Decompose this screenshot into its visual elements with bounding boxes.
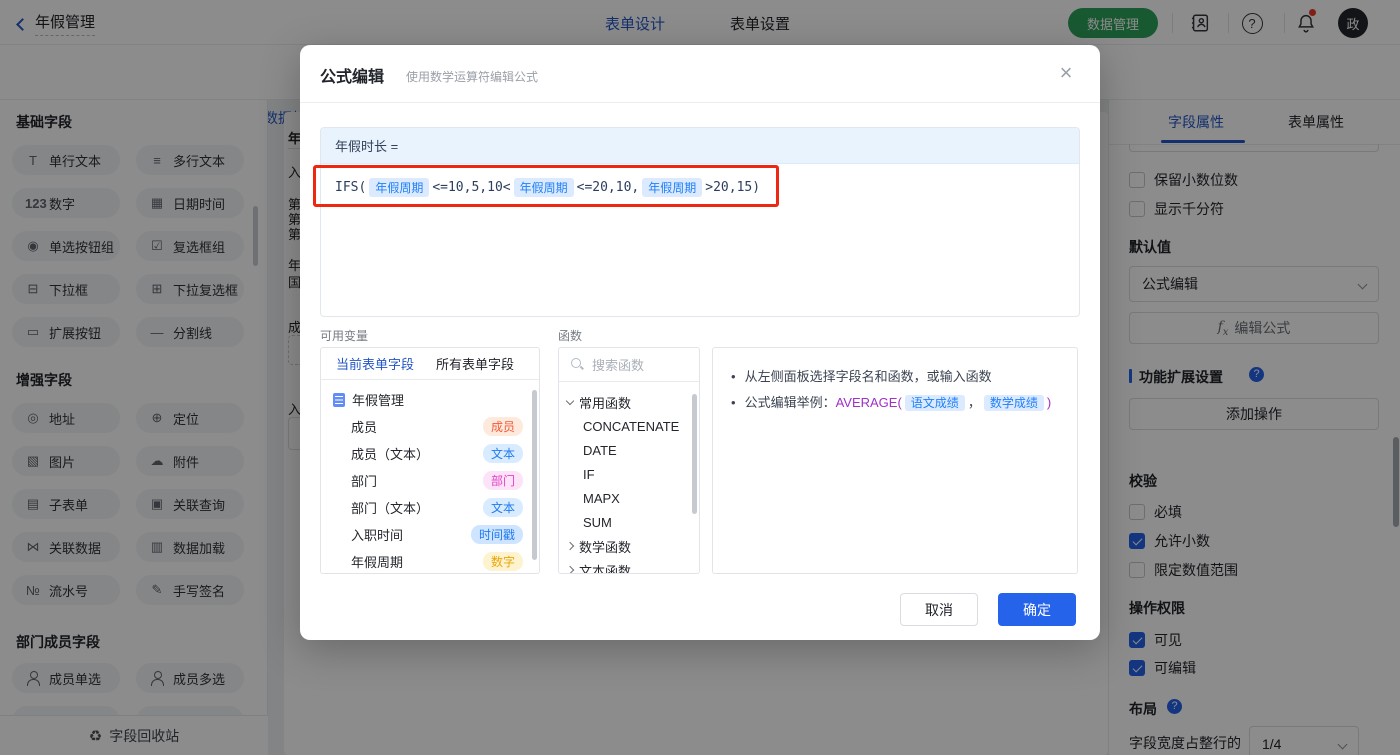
function-group-common[interactable]: 常用函数 [559, 390, 699, 414]
function-search-input[interactable]: 搜索函数 [559, 348, 699, 382]
field-chip: 年假周期 [513, 178, 574, 197]
search-icon [571, 358, 584, 371]
field-type-tag: 时间戳 [470, 525, 523, 544]
cancel-button[interactable]: 取消 [900, 593, 978, 626]
variable-row[interactable]: 成员（文本） 文本 [321, 440, 539, 467]
tips-panel: • 从左侧面板选择字段名和函数，或输入函数 • 公式编辑举例：AVERAGE(语文成… [712, 347, 1078, 574]
function-group-math[interactable]: 数学函数 [559, 534, 699, 558]
variables-panel: 当前表单字段 所有表单字段 年假管理 成员 成员 成员（文本） 文本 部门 部门 部门… [320, 347, 540, 574]
bullet: • [731, 369, 736, 384]
formula-target: 年假时长 = [321, 128, 1079, 164]
close-icon[interactable]: × [1052, 59, 1080, 87]
chevron-right-icon [565, 541, 575, 551]
example-field-chip: 语文成绩 [904, 395, 965, 411]
app-window: 年假管理 表单设计 表单设置 数据管理 ? 政 表单外链 后端脚本 数据权 预览 [0, 0, 1400, 755]
chevron-right-icon [565, 565, 575, 573]
function-item[interactable]: MAPX [559, 486, 699, 510]
variable-row[interactable]: 部门 部门 [321, 467, 539, 494]
tab-all-form-fields[interactable]: 所有表单字段 [436, 354, 514, 373]
confirm-button[interactable]: 确定 [998, 593, 1076, 626]
chevron-down-icon [565, 396, 575, 406]
field-type-tag: 文本 [482, 498, 523, 517]
function-group-text[interactable]: 文本函数 [559, 558, 699, 573]
formula-text: <=10,5,10< [432, 180, 511, 195]
function-item[interactable]: CONCATENATE [559, 414, 699, 438]
function-item[interactable]: DATE [559, 438, 699, 462]
example-function-open: AVERAGE( [835, 395, 902, 410]
functions-panel: 搜索函数 常用函数 CONCATENATE DATE IF MAPX SUM 数… [558, 347, 700, 574]
formula-text: >20,15) [705, 180, 761, 195]
field-type-tag: 部门 [482, 471, 523, 490]
function-item[interactable]: SUM [559, 510, 699, 534]
variable-root-row[interactable]: 年假管理 [321, 386, 539, 413]
variable-row[interactable]: 部门（文本） 文本 [321, 494, 539, 521]
field-type-tag: 数字 [482, 552, 523, 571]
variable-row[interactable]: 年假周期 数字 [321, 548, 539, 573]
formula-text: <=20,10, [576, 180, 640, 195]
tab-current-form-fields[interactable]: 当前表单字段 [336, 354, 414, 373]
variables-scrollbar[interactable] [532, 390, 537, 560]
formula-expression: IFS( 年假周期 <=10,5,10< 年假周期 <=20,10, 年假周期 … [321, 164, 1079, 211]
example-field-chip: 数学成绩 [983, 395, 1044, 411]
divider [300, 102, 1100, 103]
example-function-close: ) [1046, 395, 1052, 410]
field-type-tag: 文本 [482, 444, 523, 463]
bullet: • [731, 395, 736, 410]
tip-line-1: • 从左侧面板选择字段名和函数，或输入函数 [731, 369, 992, 384]
field-type-tag: 成员 [482, 417, 523, 436]
formula-editor[interactable]: 年假时长 = IFS( 年假周期 <=10,5,10< 年假周期 <=20,10… [320, 127, 1080, 317]
functions-label: 函数 [558, 329, 583, 343]
function-item[interactable]: IF [559, 462, 699, 486]
functions-scrollbar[interactable] [692, 394, 697, 514]
tip-line-2: • 公式编辑举例：AVERAGE(语文成绩，数学成绩) [731, 395, 1052, 411]
field-chip: 年假周期 [369, 178, 430, 197]
formula-editor-modal: 公式编辑 使用数学运算符编辑公式 × 年假时长 = IFS( 年假周期 <=10… [300, 45, 1100, 640]
variables-label: 可用变量 [320, 329, 369, 343]
variable-row[interactable]: 入职时间 时间戳 [321, 521, 539, 548]
modal-title: 公式编辑 [320, 69, 385, 86]
formula-text: IFS( [335, 180, 367, 195]
variable-row[interactable]: 成员 成员 [321, 413, 539, 440]
field-chip: 年假周期 [642, 178, 703, 197]
search-placeholder: 搜索函数 [592, 358, 645, 373]
form-doc-icon [333, 392, 345, 407]
modal-subtitle: 使用数学运算符编辑公式 [406, 70, 539, 84]
